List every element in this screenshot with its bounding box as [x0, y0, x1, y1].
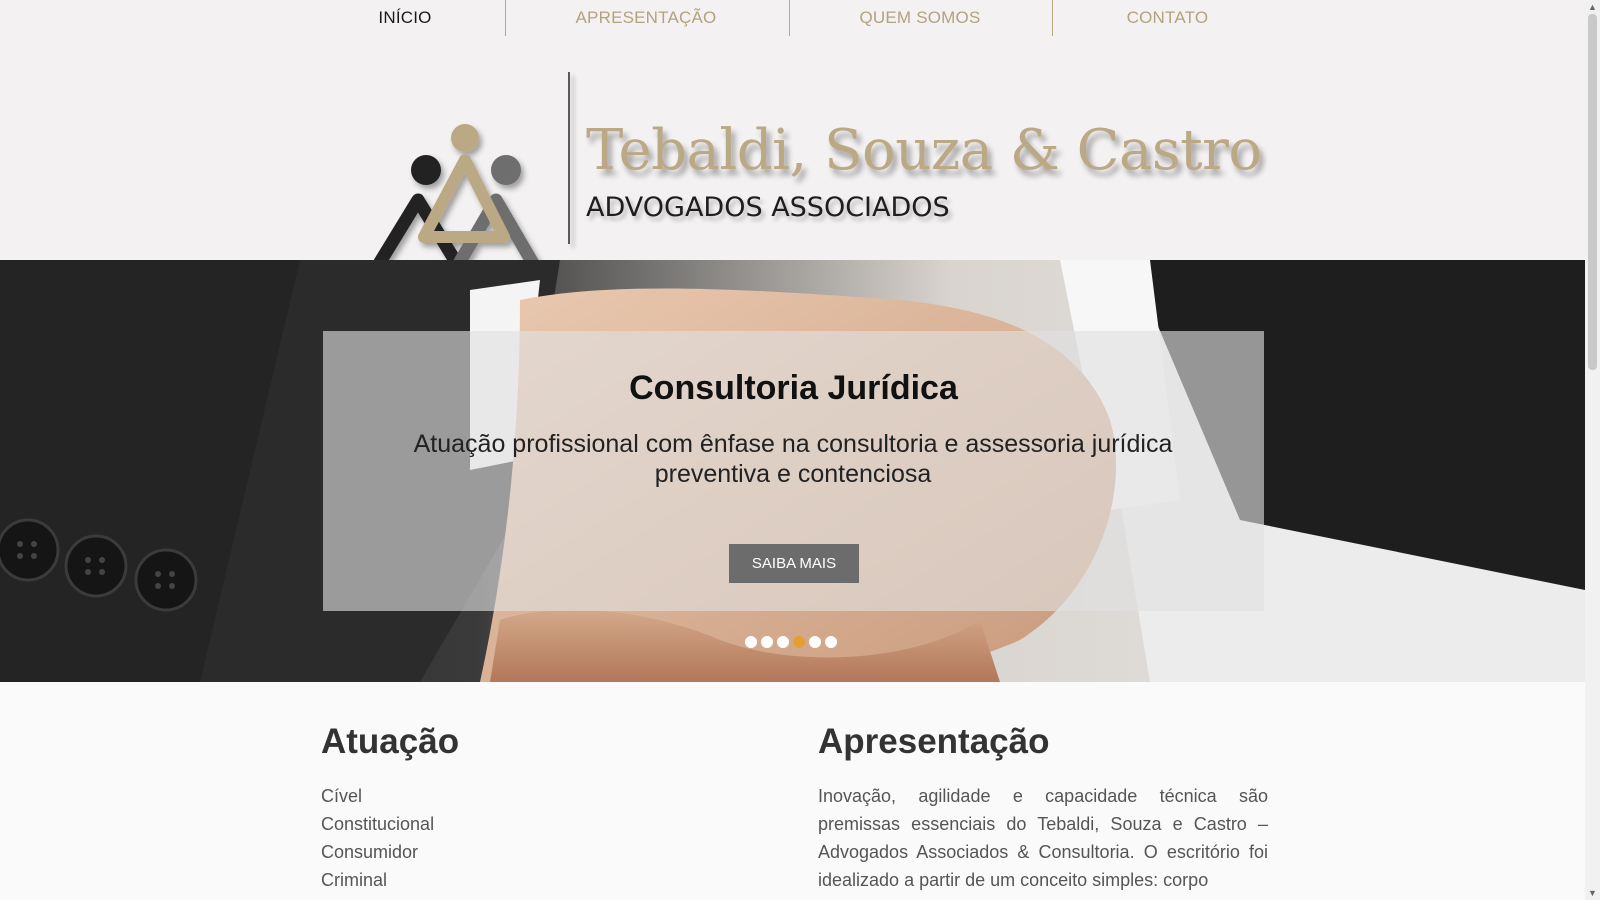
site-header: Tebaldi, Souza & Castro ADVOGADOS ASSOCI…: [0, 36, 1585, 277]
list-item[interactable]: Consumidor: [321, 838, 721, 866]
atuacao-column: Atuação Cível Constitucional Consumidor …: [321, 722, 721, 894]
slider-dots: [745, 636, 837, 648]
top-nav: INÍCIO APRESENTAÇÃO QUEM SOMOS CONTATO: [0, 0, 1585, 36]
nav-separator: [789, 0, 790, 36]
saiba-mais-button[interactable]: SAIBA MAIS: [729, 544, 859, 583]
scroll-up-icon[interactable]: ▲: [1585, 0, 1600, 14]
slider-dot[interactable]: [761, 636, 773, 648]
hero-text: Atuação profissional com ênfase na consu…: [413, 430, 1173, 488]
firm-subtitle: ADVOGADOS ASSOCIADOS: [586, 192, 950, 223]
hero-caption-box: Consultoria Jurídica Atuação profissiona…: [323, 331, 1264, 611]
atuacao-title: Atuação: [321, 722, 460, 761]
logo-divider: [568, 72, 570, 244]
slider-dot[interactable]: [809, 636, 821, 648]
firm-name[interactable]: Tebaldi, Souza & Castro: [586, 118, 1262, 183]
scroll-thumb[interactable]: [1588, 14, 1597, 370]
hero-slider: Consultoria Jurídica Atuação profissiona…: [0, 260, 1585, 682]
nav-item-quem-somos[interactable]: QUEM SOMOS: [830, 0, 1010, 36]
logo-triangles-icon[interactable]: [374, 92, 554, 277]
list-item[interactable]: Cível: [321, 782, 721, 810]
scroll-down-icon[interactable]: ▼: [1585, 886, 1600, 900]
content-section: Atuação Cível Constitucional Consumidor …: [0, 682, 1585, 900]
slider-dot-active[interactable]: [793, 636, 805, 648]
page-scrollbar[interactable]: ▲ ▼: [1585, 0, 1600, 900]
hero-title: Consultoria Jurídica: [629, 369, 958, 407]
slider-dot[interactable]: [745, 636, 757, 648]
nav-item-apresentacao[interactable]: APRESENTAÇÃO: [546, 0, 746, 36]
list-item[interactable]: Criminal: [321, 866, 721, 894]
list-item[interactable]: Constitucional: [321, 810, 721, 838]
nav-separator: [1052, 0, 1053, 36]
apresentacao-column: Apresentação Inovação, agilidade e capac…: [818, 722, 1268, 894]
atuacao-list: Cível Constitucional Consumidor Criminal: [321, 782, 721, 894]
apresentacao-text: Inovação, agilidade e capacidade técnica…: [818, 786, 1268, 890]
slider-dot[interactable]: [825, 636, 837, 648]
nav-item-inicio[interactable]: INÍCIO: [355, 0, 455, 36]
nav-item-contato[interactable]: CONTATO: [1100, 0, 1235, 36]
apresentacao-title: Apresentação: [818, 722, 1050, 761]
slider-dot[interactable]: [777, 636, 789, 648]
nav-separator: [505, 0, 506, 36]
